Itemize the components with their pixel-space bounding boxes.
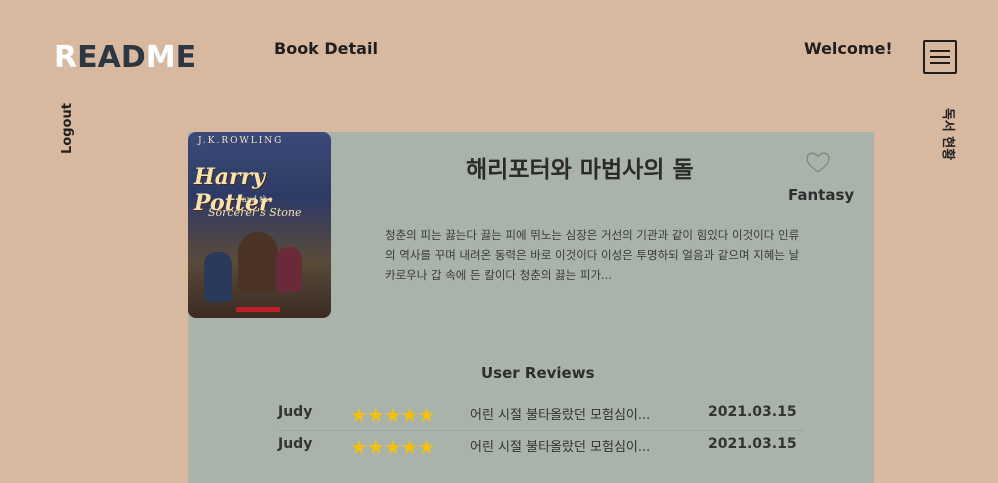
menu-line <box>930 50 950 52</box>
hamburger-menu-icon[interactable] <box>923 40 957 74</box>
review-date: 2021.03.15 <box>708 404 797 420</box>
star-rating-icon: ★★★★★ <box>350 435 436 459</box>
logout-link[interactable]: Logout <box>58 103 78 154</box>
book-description: 청춘의 피는 끓는다 끓는 피에 뛰노는 심장은 거선의 기관과 같이 힘있다 … <box>385 228 800 282</box>
review-row[interactable]: Judy ★★★★★ 어린 시절 불타올랐던 모험심이... 2021.03.1… <box>278 432 803 462</box>
star-rating-icon: ★★★★★ <box>350 403 436 427</box>
book-detail-card: J.K.ROWLING Harry Potter and the Sorcere… <box>188 132 874 483</box>
book-genre: Fantasy <box>788 186 855 204</box>
book-cover-image[interactable]: J.K.ROWLING Harry Potter and the Sorcere… <box>188 132 331 318</box>
cover-author: J.K.ROWLING <box>198 136 284 146</box>
logo-letters-ead: EAD <box>77 40 146 75</box>
review-user: Judy <box>278 436 313 452</box>
cover-figure <box>238 232 278 292</box>
cover-publisher-band <box>236 307 280 312</box>
review-text: 어린 시절 불타올랐던 모험심이... <box>470 408 651 423</box>
reviews-heading: User Reviews <box>481 364 595 382</box>
logo-letter-m: M <box>145 40 176 75</box>
menu-line <box>930 56 950 58</box>
review-text: 어린 시절 불타올랐던 모험심이... <box>470 440 651 455</box>
welcome-text: Welcome! <box>804 39 893 58</box>
review-date: 2021.03.15 <box>708 436 797 452</box>
cover-subtitle-and: and the <box>242 195 273 204</box>
page-title: Book Detail <box>274 39 378 58</box>
review-user: Judy <box>278 404 313 420</box>
book-title: 해리포터와 마법사의 돌 <box>466 157 694 183</box>
menu-line <box>930 62 950 64</box>
cover-figure <box>204 252 232 302</box>
logo-letter-r: R <box>54 40 78 75</box>
app-logo[interactable]: README <box>54 40 196 75</box>
heart-outline-icon[interactable] <box>806 152 830 174</box>
reading-status-link[interactable]: 독서 현황 <box>937 99 957 169</box>
logo-letter-e: E <box>175 40 197 75</box>
cover-subtitle: Sorcerer's Stone <box>208 206 302 219</box>
review-row[interactable]: Judy ★★★★★ 어린 시절 불타올랐던 모험심이... 2021.03.1… <box>278 400 803 431</box>
cover-figure <box>276 247 302 292</box>
